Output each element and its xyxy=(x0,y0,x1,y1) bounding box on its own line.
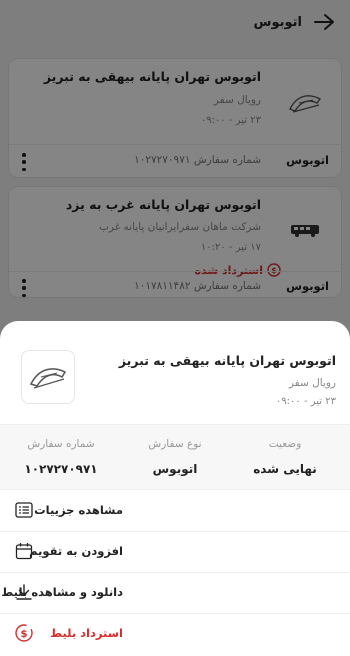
refund-icon: $ xyxy=(14,623,34,643)
list-details-icon xyxy=(14,500,34,520)
order-type-column: نوع سفارش اتوبوس xyxy=(120,425,230,476)
order-number-label: شماره سفارش xyxy=(27,438,95,450)
order-type-value: اتوبوس xyxy=(152,462,198,476)
sheet-order-title: اتوبوس تهران پایانه بیهقی به تبریز xyxy=(118,353,336,368)
order-info-bar: وضعیت نهایی شده نوع سفارش اتوبوس شماره س… xyxy=(0,424,350,490)
calendar-icon xyxy=(14,541,34,561)
status-value: نهایی شده xyxy=(253,462,317,476)
add-to-calendar-label: افزودن به تقویم xyxy=(29,544,123,558)
svg-text:$: $ xyxy=(21,629,28,640)
order-type-label: نوع سفارش xyxy=(148,438,202,450)
order-number-value: ۱۰۲۷۲۷۰۹۷۱ xyxy=(24,462,98,476)
add-to-calendar-button[interactable]: افزودن به تقویم xyxy=(0,531,350,571)
status-column: وضعیت نهایی شده xyxy=(230,425,340,476)
company-logo-icon xyxy=(21,350,75,404)
order-number-column: شماره سفارش ۱۰۲۷۲۷۰۹۷۱ xyxy=(6,425,116,476)
status-label: وضعیت xyxy=(268,438,302,450)
refund-ticket-label: استرداد بلیط xyxy=(50,626,123,640)
order-actions-sheet: اتوبوس تهران پایانه بیهقی به تبریز رویال… xyxy=(0,321,350,656)
refund-ticket-button[interactable]: استرداد بلیط $ xyxy=(0,613,350,653)
view-details-button[interactable]: مشاهده جزییات xyxy=(0,490,350,530)
sheet-order-company: رویال سفر xyxy=(288,377,336,389)
view-details-label: مشاهده جزییات xyxy=(34,503,123,517)
download-ticket-button[interactable]: دانلود و مشاهده بلیط xyxy=(0,572,350,612)
sheet-order-datetime: ۲۳ تیر - ۰۹:۰۰ xyxy=(275,396,336,407)
download-icon xyxy=(14,582,34,602)
